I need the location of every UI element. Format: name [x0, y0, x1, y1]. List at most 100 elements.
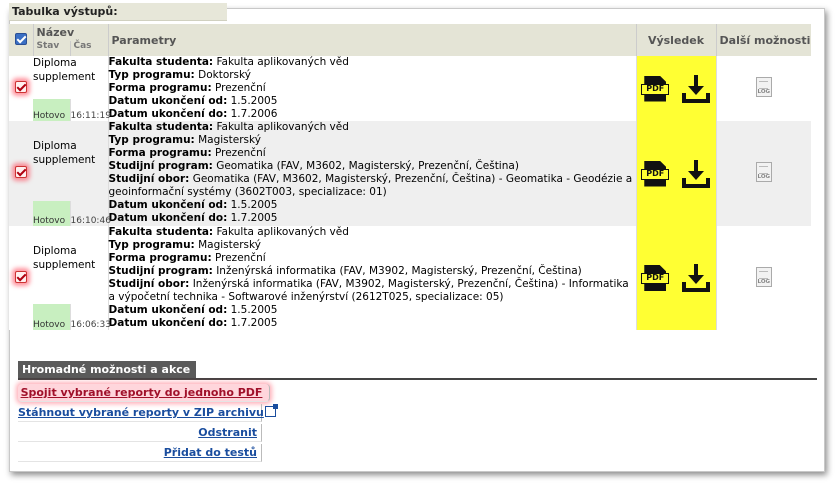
pdf-icon-label: PDF — [641, 168, 670, 180]
result-header-label: Výsledek — [647, 33, 705, 47]
params-cell: Fakulta studenta: Fakulta aplikovaných v… — [107, 121, 637, 226]
result-cell: PDF — [635, 56, 717, 121]
param-line: Datum ukončení do: 1.7.2005 — [109, 212, 636, 225]
param-line: Studijní obor: Geomatika (FAV, M3602, Ma… — [109, 173, 636, 199]
param-key: Fakulta studenta: — [108, 56, 214, 68]
bulk-actions-list: Spojit vybrané reporty do jednoho PDF St… — [18, 384, 278, 464]
param-value: 1.7.2006 — [230, 108, 278, 120]
select-all-cell — [9, 24, 34, 56]
param-key: Forma programu: — [108, 82, 212, 94]
param-line: Fakulta studenta: Fakulta aplikovaných v… — [109, 56, 636, 69]
download-zip-link[interactable]: Stáhnout vybrané reporty v ZIP archivu — [18, 404, 278, 422]
row-checkbox[interactable] — [15, 81, 27, 93]
param-value: 1.5.2005 — [230, 304, 278, 316]
param-key: Datum ukončení od: — [108, 304, 228, 316]
param-value: 1.5.2005 — [230, 199, 278, 211]
param-value: 1.7.2005 — [230, 212, 278, 224]
param-value: 1.5.2005 — [230, 95, 278, 107]
pdf-icon[interactable]: PDF — [641, 265, 670, 291]
time-value: 16:10:46 — [69, 201, 111, 226]
param-line: Datum ukončení do: 1.7.2006 — [109, 108, 636, 121]
param-key: Datum ukončení od: — [108, 199, 228, 211]
result-cell: PDF — [635, 121, 717, 226]
param-key: Forma programu: — [108, 147, 212, 159]
param-line: Studijní obor: Inženýrská informatika (F… — [109, 278, 636, 304]
merge-pdf-link[interactable]: Spojit vybrané reporty do jednoho PDF — [18, 384, 270, 402]
param-line: Studijní program: Geomatika (FAV, M3602,… — [109, 160, 636, 173]
param-key: Studijní program: — [108, 265, 213, 277]
log-icon-label: LOG — [757, 278, 771, 285]
name-header-label: Název — [36, 26, 75, 39]
report-name: Diploma supplement — [33, 245, 96, 271]
param-value: Fakulta aplikovaných věd — [216, 121, 349, 133]
status-badge: Hotovo — [33, 201, 70, 226]
param-value: 1.7.2005 — [230, 317, 278, 329]
params-header: Parametry — [107, 24, 637, 56]
log-icon-label: LOG — [757, 174, 771, 180]
more-header-label: Další možnosti — [719, 33, 811, 47]
param-value: Prezenční — [214, 147, 266, 159]
time-header: Čas — [69, 41, 109, 56]
table-row: Diploma supplement Fakulta studenta: Fak… — [9, 121, 812, 226]
param-value: Prezenční — [214, 252, 266, 264]
row-select-cell — [9, 56, 33, 121]
add-to-tests-link[interactable]: Přidat do testů — [18, 444, 262, 462]
param-line: Datum ukončení od: 1.5.2005 — [109, 199, 636, 212]
row-checkbox[interactable] — [15, 270, 27, 283]
download-icon[interactable] — [681, 74, 711, 104]
download-icon[interactable] — [681, 159, 711, 189]
param-line: Typ programu: Magisterský — [109, 239, 636, 252]
params-header-label: Parametry — [111, 33, 177, 47]
param-value: Magisterský — [198, 134, 261, 146]
download-zip-label: Stáhnout vybrané reporty v ZIP archivu — [18, 406, 264, 419]
param-key: Datum ukončení do: — [108, 212, 228, 224]
param-key: Forma programu: — [108, 252, 212, 264]
more-cell: LOG — [715, 226, 812, 330]
time-value: 16:11:19 — [69, 98, 111, 121]
param-key: Studijní obor: — [108, 278, 190, 290]
download-icon[interactable] — [681, 263, 711, 293]
time-value: 16:06:33 — [69, 304, 111, 330]
select-all-checkbox[interactable] — [14, 32, 27, 45]
param-key: Fakulta studenta: — [108, 226, 214, 238]
more-header: Další možnosti — [715, 24, 812, 56]
param-key: Typ programu: — [108, 239, 195, 251]
row-select-cell — [9, 121, 33, 226]
table-row: Diploma supplement Fakulta studenta: Fak… — [9, 56, 812, 121]
pdf-icon-label: PDF — [641, 83, 670, 95]
row-select-cell — [9, 226, 33, 330]
result-cell: PDF — [635, 226, 717, 330]
param-value: Fakulta aplikovaných věd — [216, 56, 349, 68]
param-key: Studijní program: — [108, 160, 213, 172]
log-icon[interactable]: LOG — [755, 77, 772, 97]
results-table: Název Parametry Výsledek Další možnosti … — [9, 24, 812, 330]
param-line: Datum ukončení od: 1.5.2005 — [109, 304, 636, 317]
pdf-icon[interactable]: PDF — [641, 160, 670, 187]
param-line: Forma programu: Prezenční — [109, 252, 636, 265]
param-line: Fakulta studenta: Fakulta aplikovaných v… — [109, 226, 636, 239]
log-icon[interactable]: LOG — [755, 266, 772, 287]
more-cell: LOG — [715, 121, 812, 226]
status-badge: Hotovo — [33, 304, 70, 330]
delete-link[interactable]: Odstranit — [18, 424, 262, 442]
params-cell: Fakulta studenta: Fakulta aplikovaných v… — [107, 226, 637, 330]
result-header: Výsledek — [635, 24, 717, 56]
pdf-icon[interactable]: PDF — [641, 75, 670, 102]
param-key: Typ programu: — [108, 134, 195, 146]
log-icon-label: LOG — [757, 89, 771, 95]
param-value: Doktorský — [198, 69, 251, 81]
row-checkbox[interactable] — [15, 166, 27, 178]
param-line: Studijní program: Inženýrská informatika… — [109, 265, 636, 278]
param-line: Typ programu: Doktorský — [109, 69, 636, 82]
param-value: Fakulta aplikovaných věd — [216, 226, 349, 238]
log-icon[interactable]: LOG — [755, 162, 772, 182]
table-caption: Tabulka výstupů: — [9, 3, 227, 21]
param-line: Forma programu: Prezenční — [109, 82, 636, 95]
param-line: Forma programu: Prezenční — [109, 147, 636, 160]
external-link-icon — [264, 404, 278, 417]
param-key: Datum ukončení do: — [108, 317, 228, 329]
param-value: Prezenční — [214, 82, 266, 94]
bulk-actions-title: Hromadné možnosti a akce — [18, 361, 196, 378]
param-line: Datum ukončení od: 1.5.2005 — [109, 95, 636, 108]
param-key: Datum ukončení od: — [108, 95, 228, 107]
